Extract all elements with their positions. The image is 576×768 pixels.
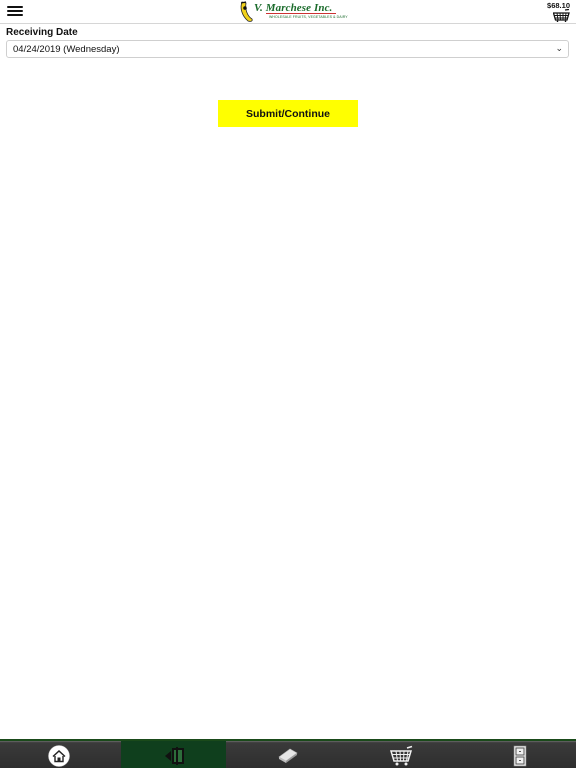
nav-home[interactable]	[0, 741, 118, 768]
company-logo[interactable]: V. Marchese Inc. WHOLESALE FRUITS, VEGET…	[238, 1, 348, 22]
top-bar: V. Marchese Inc. WHOLESALE FRUITS, VEGET…	[0, 0, 576, 24]
bottom-nav	[0, 739, 576, 768]
nav-more[interactable]	[464, 741, 576, 768]
cabinet-icon	[513, 745, 527, 766]
receiving-date-value: 04/24/2019 (Wednesday)	[13, 44, 120, 55]
logo-tagline: WHOLESALE FRUITS, VEGETABLES & DAIRY	[269, 15, 348, 19]
nav-cart[interactable]	[350, 741, 454, 768]
submit-continue-button[interactable]: Submit/Continue	[218, 100, 358, 127]
nav-catalog[interactable]	[236, 741, 340, 768]
nav-order[interactable]	[121, 741, 226, 768]
receiving-date-select[interactable]: 04/24/2019 (Wednesday) ⌄	[6, 40, 569, 58]
chevron-down-icon: ⌄	[555, 43, 563, 53]
book-icon	[278, 748, 298, 763]
hamburger-icon[interactable]	[7, 5, 23, 18]
home-icon	[48, 744, 70, 767]
receiving-date-label: Receiving Date	[6, 27, 78, 38]
order-door-icon	[164, 746, 184, 765]
logo-underline	[266, 13, 336, 14]
cart-icon	[390, 745, 413, 765]
app-screen: V. Marchese Inc. WHOLESALE FRUITS, VEGET…	[0, 0, 576, 768]
shopping-basket-icon[interactable]	[552, 8, 570, 23]
